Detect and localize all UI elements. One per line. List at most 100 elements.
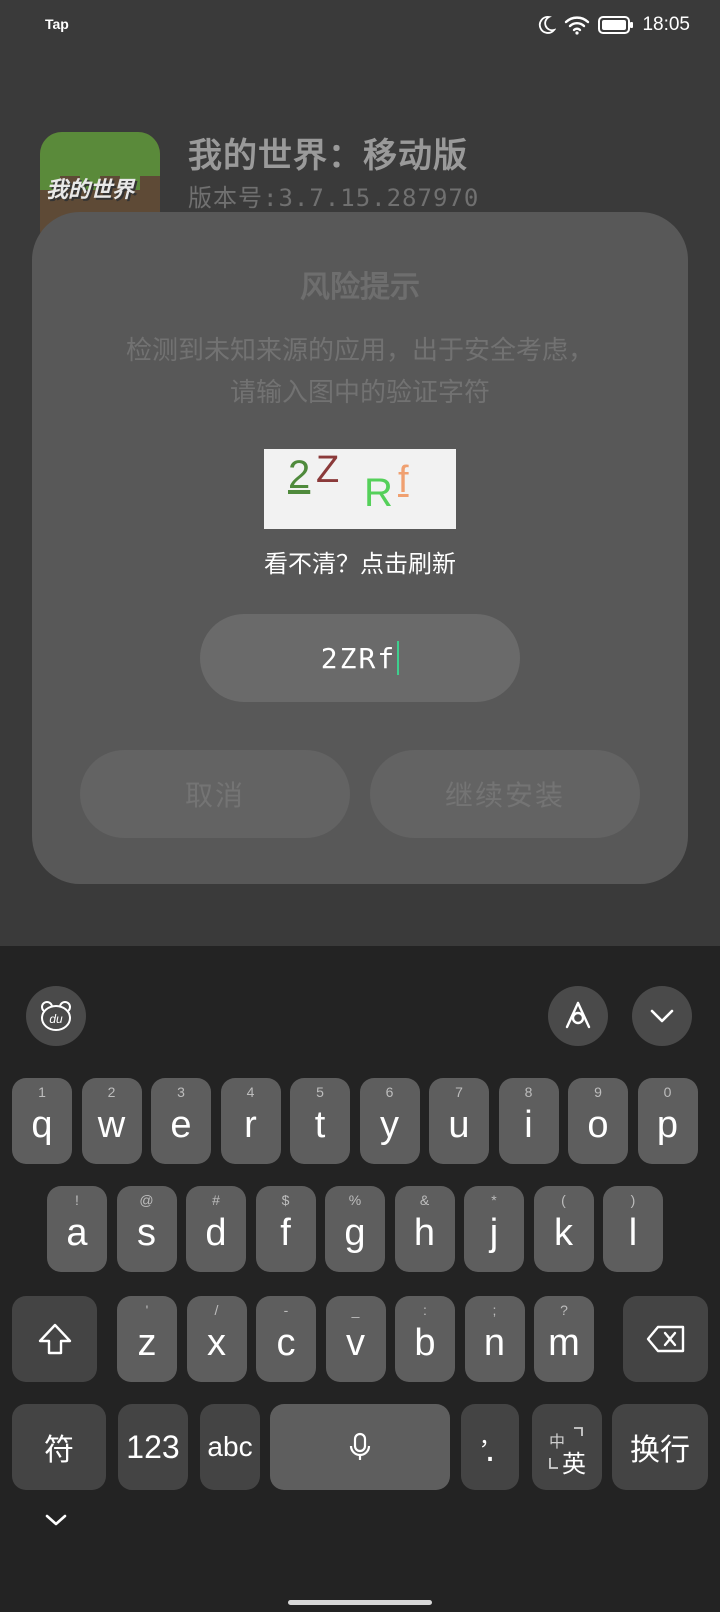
key-primary-label: r — [244, 1104, 257, 1146]
backspace-key[interactable] — [623, 1296, 708, 1382]
key-u[interactable]: 7u — [429, 1078, 489, 1164]
key-secondary-label: 3 — [177, 1084, 185, 1100]
key-secondary-label: 2 — [107, 1084, 116, 1100]
shift-icon — [12, 1296, 97, 1382]
key-primary-label: c — [276, 1322, 296, 1364]
app-version: 版本号:3.7.15.287970 — [188, 184, 480, 212]
key-g[interactable]: % g — [325, 1186, 385, 1272]
punctuation-key[interactable]: ， . — [461, 1404, 519, 1490]
key-secondary-label: 7 — [455, 1084, 463, 1100]
shift-key[interactable] — [12, 1296, 97, 1382]
key-r[interactable]: 4r — [220, 1078, 281, 1164]
key-primary-label: p — [656, 1104, 679, 1146]
captcha-input[interactable]: 2ZRf — [200, 614, 520, 702]
key-s[interactable]: @ s — [116, 1186, 177, 1272]
status-bar: Tap 18:05 — [0, 0, 720, 52]
captcha-char: Z — [316, 449, 340, 491]
key-b[interactable]: :b — [395, 1296, 455, 1382]
key-primary-label: i — [524, 1104, 533, 1146]
numbers-key-label: 123 — [126, 1428, 180, 1465]
key-k[interactable]: (k — [533, 1186, 594, 1272]
key-primary-label: d — [205, 1212, 227, 1254]
wifi-icon — [564, 15, 590, 35]
key-e[interactable]: 3e — [151, 1078, 211, 1164]
key-h[interactable]: & h — [394, 1186, 455, 1272]
key-q[interactable]: 1q — [12, 1078, 72, 1164]
key-l[interactable]: ) l — [603, 1186, 663, 1272]
key-a[interactable]: ! a — [47, 1186, 107, 1272]
enter-key[interactable]: 换行 — [612, 1404, 708, 1490]
app-title: 我的世界：移动版 — [188, 136, 468, 176]
key-w[interactable]: 2w — [81, 1078, 142, 1164]
key-primary-label: z — [137, 1322, 157, 1364]
key-secondary-label: @ — [139, 1192, 154, 1208]
backspace-icon — [623, 1296, 708, 1382]
key-j[interactable]: * j — [464, 1186, 524, 1272]
cancel-button[interactable]: 取消 — [80, 750, 350, 838]
status-icons: 18:05 — [536, 14, 690, 36]
key-primary-label: h — [413, 1212, 436, 1254]
captcha-image[interactable]: 2 Z R f — [264, 449, 456, 529]
key-primary-label: y — [380, 1104, 399, 1146]
language-switch-key[interactable]: 中 英 — [532, 1404, 602, 1490]
key-x[interactable]: / x — [186, 1296, 247, 1382]
key-primary-label: q — [31, 1104, 53, 1146]
key-secondary-label: & — [419, 1192, 430, 1208]
key-secondary-label: 1 — [38, 1084, 46, 1100]
key-secondary-label: / — [214, 1302, 219, 1318]
key-i[interactable]: 8i — [498, 1078, 559, 1164]
key-t[interactable]: 5t — [290, 1078, 350, 1164]
key-c[interactable]: -c — [256, 1296, 316, 1382]
key-primary-label: w — [97, 1104, 126, 1146]
du-bear-icon[interactable]: du — [26, 986, 86, 1046]
key-primary-label: k — [554, 1212, 573, 1254]
abc-key-label: abc — [207, 1431, 253, 1462]
abc-key[interactable]: abc — [200, 1404, 260, 1490]
key-primary-label: m — [548, 1322, 580, 1364]
status-time: 18:05 — [642, 14, 690, 35]
key-primary-label: u — [448, 1104, 470, 1146]
battery-icon — [598, 15, 634, 35]
key-secondary-label: # — [212, 1192, 220, 1208]
key-primary-label: a — [66, 1212, 88, 1254]
key-secondary-label: ; — [492, 1302, 497, 1318]
key-primary-label: b — [414, 1322, 436, 1364]
key-z[interactable]: ' z — [117, 1296, 177, 1382]
hide-keyboard-icon[interactable] — [38, 1500, 74, 1540]
ai-assistant-icon[interactable] — [548, 986, 608, 1046]
key-secondary-label: $ — [281, 1192, 290, 1208]
key-f[interactable]: $ f — [255, 1186, 316, 1272]
moon-icon — [536, 15, 557, 35]
space-key[interactable] — [270, 1404, 450, 1490]
key-y[interactable]: 6y — [359, 1078, 420, 1164]
key-primary-label: n — [483, 1322, 506, 1364]
key-primary-label: l — [628, 1212, 638, 1254]
symbols-key-label: 符 — [44, 1433, 74, 1468]
text-caret — [397, 641, 400, 675]
punctuation-key-main: . — [484, 1428, 496, 1470]
key-v[interactable]: _ v — [325, 1296, 386, 1382]
svg-text:du: du — [49, 1012, 63, 1026]
key-secondary-label: 6 — [385, 1084, 394, 1100]
key-secondary-label: : — [423, 1302, 427, 1318]
home-indicator[interactable] — [288, 1600, 432, 1605]
captcha-refresh-link[interactable]: 看不清？点击刷新 — [32, 544, 688, 579]
key-m[interactable]: ? m — [534, 1296, 594, 1382]
key-secondary-label: ( — [561, 1192, 566, 1208]
numbers-key[interactable]: 123 — [118, 1404, 188, 1490]
key-p[interactable]: 0p — [637, 1078, 698, 1164]
key-secondary-label: 9 — [594, 1084, 602, 1100]
key-secondary-label: 8 — [524, 1084, 533, 1100]
symbols-key[interactable]: 符 — [12, 1404, 106, 1490]
key-o[interactable]: 9o — [568, 1078, 628, 1164]
collapse-chevron-icon[interactable] — [632, 986, 692, 1046]
key-secondary-label: 5 — [316, 1084, 324, 1100]
status-app-label: Tap — [45, 16, 69, 32]
key-d[interactable]: # d — [186, 1186, 246, 1272]
key-primary-label: v — [346, 1322, 365, 1364]
key-secondary-label: ! — [75, 1192, 79, 1208]
key-primary-label: o — [587, 1104, 609, 1146]
captcha-input-value: 2ZRf — [320, 641, 397, 675]
key-n[interactable]: ; n — [464, 1296, 525, 1382]
continue-install-button[interactable]: 继续安装 — [370, 750, 640, 838]
